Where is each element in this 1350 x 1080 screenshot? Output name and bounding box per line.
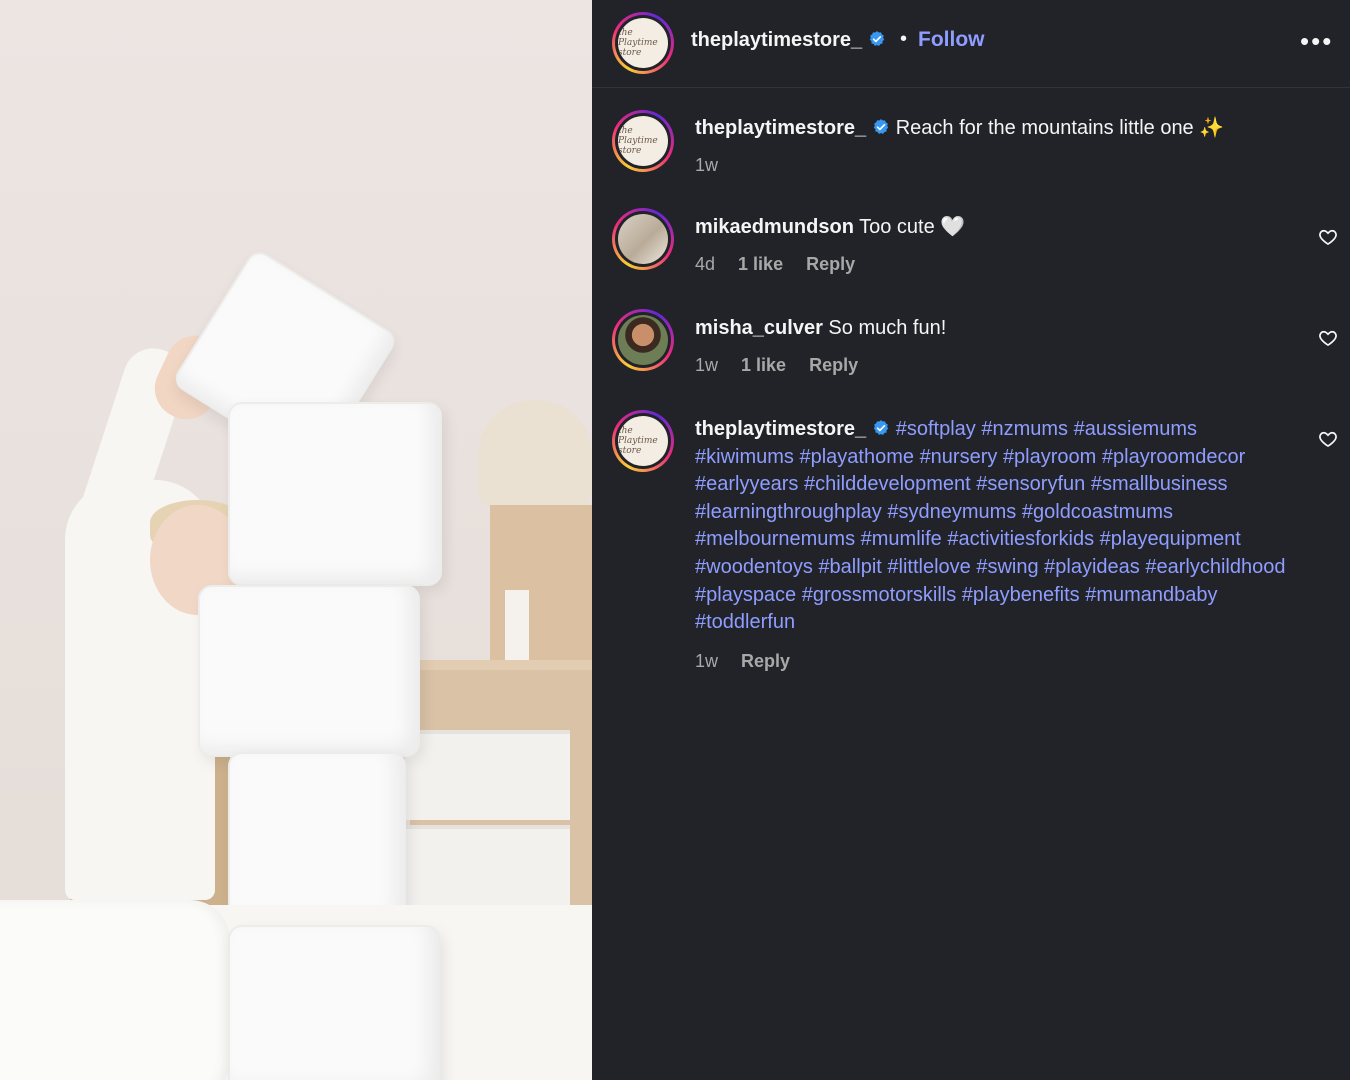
photo-round-cushion — [0, 900, 230, 1080]
reply-button[interactable]: Reply — [809, 355, 858, 375]
hashtag-link[interactable]: #playequipment — [1100, 528, 1241, 550]
hashtag-link[interactable]: #playroomdecor — [1102, 446, 1245, 468]
hashtag-link[interactable]: #learningthroughplay — [695, 501, 882, 523]
avatar-frame: the Playtime store — [615, 113, 671, 169]
hashtag-link[interactable]: #kiwimums — [695, 446, 794, 468]
hashtag-link[interactable]: #playbenefits — [962, 584, 1080, 606]
hashtag-link[interactable]: #playspace — [695, 584, 796, 606]
comment-avatar[interactable]: the Playtime store — [612, 410, 674, 472]
hashtag-link[interactable]: #melbournemums — [695, 528, 855, 550]
comment-meta: 1w Reply — [695, 651, 808, 672]
hashtag-link[interactable]: #swing — [976, 556, 1038, 578]
avatar-photo — [618, 315, 668, 365]
comment-time[interactable]: 1w — [695, 651, 718, 671]
avatar-photo — [618, 214, 668, 264]
comment-username[interactable]: misha_culver — [695, 317, 823, 339]
like-heart-icon[interactable] — [1318, 429, 1338, 449]
hashtag-link[interactable]: #smallbusiness — [1091, 473, 1228, 495]
header-username[interactable]: theplaytimestore_ — [691, 29, 862, 51]
post-header: the Playtime store theplaytimestore_ • F… — [592, 0, 1350, 88]
comment-time[interactable]: 1w — [695, 355, 718, 375]
comment-likes[interactable]: 1 like — [741, 355, 786, 375]
reply-button[interactable]: Reply — [806, 254, 855, 274]
avatar-logo: the Playtime store — [618, 416, 668, 466]
hashtag-link[interactable]: #woodentoys — [695, 556, 813, 578]
caption-avatar[interactable]: the Playtime store — [612, 110, 674, 172]
hashtag-link[interactable]: #activitiesforkids — [947, 528, 1094, 550]
verified-badge-icon — [874, 119, 889, 134]
hashtag-link[interactable]: #sensoryfun — [976, 473, 1085, 495]
hashtag-link[interactable]: #goldcoastmums — [1022, 501, 1173, 523]
like-heart-icon[interactable] — [1318, 227, 1338, 247]
comment-avatar[interactable] — [612, 309, 674, 371]
hashtag-link[interactable]: #sydneymums — [887, 501, 1016, 523]
hashtag-link[interactable]: #littlelove — [887, 556, 970, 578]
comment-likes[interactable]: 1 like — [738, 254, 783, 274]
like-heart-icon[interactable] — [1318, 328, 1338, 348]
photo-storage-bin — [405, 825, 570, 915]
photo-wooden-toy-inner — [505, 590, 529, 660]
comment-username[interactable]: theplaytimestore_ — [695, 418, 866, 440]
comment-meta: 4d 1 like Reply — [695, 254, 873, 275]
avatar-frame: the Playtime store — [615, 413, 671, 469]
avatar-logo: the Playtime store — [618, 18, 668, 68]
hashtag-link[interactable]: #aussiemums — [1074, 418, 1197, 440]
more-options-icon[interactable]: ••• — [1300, 28, 1333, 54]
photo-block — [228, 402, 442, 586]
avatar-frame — [615, 312, 671, 368]
reply-button[interactable]: Reply — [741, 651, 790, 671]
photo-hat — [478, 400, 592, 510]
hashtag-link[interactable]: #earlyyears — [695, 473, 798, 495]
post-photo — [0, 0, 592, 1080]
header-avatar[interactable]: the Playtime store — [612, 12, 674, 74]
hashtag-link[interactable]: #toddlerfun — [695, 611, 795, 633]
hashtag-link[interactable]: #grossmotorskills — [802, 584, 956, 606]
verified-badge-icon — [870, 31, 885, 46]
photo-storage-bin — [405, 730, 570, 820]
hashtag-link[interactable]: #nursery — [920, 446, 998, 468]
hashtag-link[interactable]: #playroom — [1003, 446, 1096, 468]
avatar-logo: the Playtime store — [618, 116, 668, 166]
photo-block — [228, 925, 440, 1080]
hashtag-link[interactable]: #ballpit — [818, 556, 881, 578]
comment-text: Too cute 🤍 — [859, 216, 966, 238]
comment-meta: 1w 1 like Reply — [695, 355, 876, 376]
comment-line: misha_culver So much fun! — [695, 315, 1290, 343]
caption-text: Reach for the mountains little one ✨ — [895, 117, 1225, 139]
hashtag-link[interactable]: #softplay — [896, 418, 976, 440]
hashtag-link[interactable]: #mumandbaby — [1085, 584, 1217, 606]
hashtag-list: #softplay #nzmums #aussiemums #kiwimums … — [695, 418, 1285, 633]
hashtag-link[interactable]: #nzmums — [981, 418, 1068, 440]
comment-username[interactable]: mikaedmundson — [695, 216, 854, 238]
comment-line: mikaedmundson Too cute 🤍 — [695, 214, 1290, 242]
verified-badge-icon — [874, 420, 889, 435]
header-user: theplaytimestore_ — [691, 29, 886, 52]
comments-panel: the Playtime store theplaytimestore_ • F… — [592, 0, 1350, 1080]
hashtag-link[interactable]: #earlychildhood — [1145, 556, 1285, 578]
comment-time[interactable]: 4d — [695, 254, 715, 274]
follow-button[interactable]: Follow — [918, 28, 985, 52]
hashtag-link[interactable]: #playathome — [799, 446, 914, 468]
hashtag-comment-body: theplaytimestore_ #softplay #nzmums #aus… — [695, 416, 1300, 637]
hashtag-link[interactable]: #mumlife — [861, 528, 942, 550]
follow-separator: • — [900, 28, 908, 50]
avatar-frame — [615, 211, 671, 267]
caption-line: theplaytimestore_ Reach for the mountain… — [695, 115, 1290, 143]
hashtag-link[interactable]: #playideas — [1044, 556, 1140, 578]
caption-time[interactable]: 1w — [695, 155, 718, 175]
caption-meta: 1w — [695, 155, 736, 176]
comment-avatar[interactable] — [612, 208, 674, 270]
comment-text: So much fun! — [828, 317, 947, 339]
caption-username[interactable]: theplaytimestore_ — [695, 117, 866, 139]
hashtag-link[interactable]: #childdevelopment — [804, 473, 971, 495]
avatar-frame: the Playtime store — [615, 15, 671, 71]
photo-block — [198, 585, 420, 757]
